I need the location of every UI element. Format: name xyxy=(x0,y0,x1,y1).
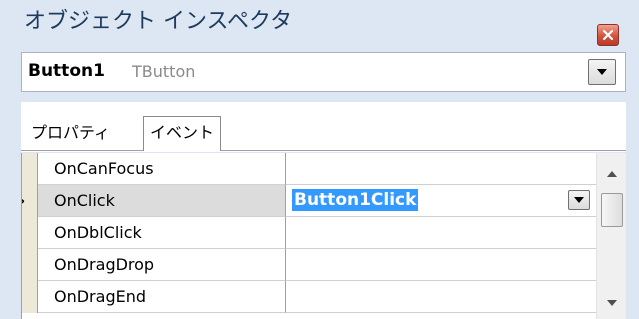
object-inspector-window: オブジェクト インスペクタ Button1 TButton プロパティ イベント… xyxy=(0,0,639,319)
event-name[interactable]: OnDblClick xyxy=(38,217,286,249)
close-button[interactable] xyxy=(597,24,619,46)
event-name[interactable]: OnDragDrop xyxy=(38,249,286,281)
grid-row[interactable]: OnCanFocus xyxy=(22,153,596,185)
event-handler-input[interactable]: Button1Click xyxy=(292,189,419,211)
event-name[interactable]: OnCanFocus xyxy=(38,153,286,185)
grid-row[interactable]: OnDragDrop xyxy=(22,249,596,281)
tab-properties[interactable]: プロパティ xyxy=(31,123,110,143)
row-gutter xyxy=(22,249,38,281)
chevron-down-icon xyxy=(574,197,584,203)
row-gutter xyxy=(22,153,38,185)
selected-row-marker: » xyxy=(22,191,25,210)
event-value[interactable] xyxy=(286,153,596,185)
event-name[interactable]: OnDragEnd xyxy=(38,281,286,313)
event-value[interactable] xyxy=(286,217,596,249)
row-gutter: » xyxy=(22,185,38,217)
grid-row-selected[interactable]: » OnClick Button1Click xyxy=(22,185,596,217)
close-icon xyxy=(602,29,614,41)
vertical-scrollbar[interactable] xyxy=(596,153,626,319)
event-value[interactable]: Button1Click xyxy=(286,185,596,217)
event-value[interactable] xyxy=(286,281,596,313)
row-gutter xyxy=(22,281,38,313)
tab-divider xyxy=(21,150,626,151)
component-name: Button1 xyxy=(28,61,105,81)
component-selector[interactable]: Button1 TButton xyxy=(21,52,626,92)
title-bar[interactable]: オブジェクト インスペクタ xyxy=(0,0,639,46)
component-type: TButton xyxy=(132,62,196,81)
grid-row[interactable]: OnDragEnd xyxy=(22,281,596,313)
event-name[interactable]: OnClick xyxy=(38,185,286,217)
event-grid: OnCanFocus » OnClick Button1Click OnDblC… xyxy=(21,153,626,319)
chevron-down-icon xyxy=(597,69,607,75)
tab-strip: プロパティ イベント xyxy=(21,102,626,152)
tab-events[interactable]: イベント xyxy=(143,116,222,151)
component-dropdown-button[interactable] xyxy=(588,59,616,85)
window-title: オブジェクト インスペクタ xyxy=(24,9,293,34)
scroll-up-icon[interactable] xyxy=(607,171,617,177)
scroll-down-icon[interactable] xyxy=(607,300,617,306)
row-gutter xyxy=(22,217,38,249)
grid-row[interactable]: OnDblClick xyxy=(22,217,596,249)
handler-dropdown-button[interactable] xyxy=(568,190,590,210)
event-value[interactable] xyxy=(286,249,596,281)
scrollbar-thumb[interactable] xyxy=(601,193,623,227)
